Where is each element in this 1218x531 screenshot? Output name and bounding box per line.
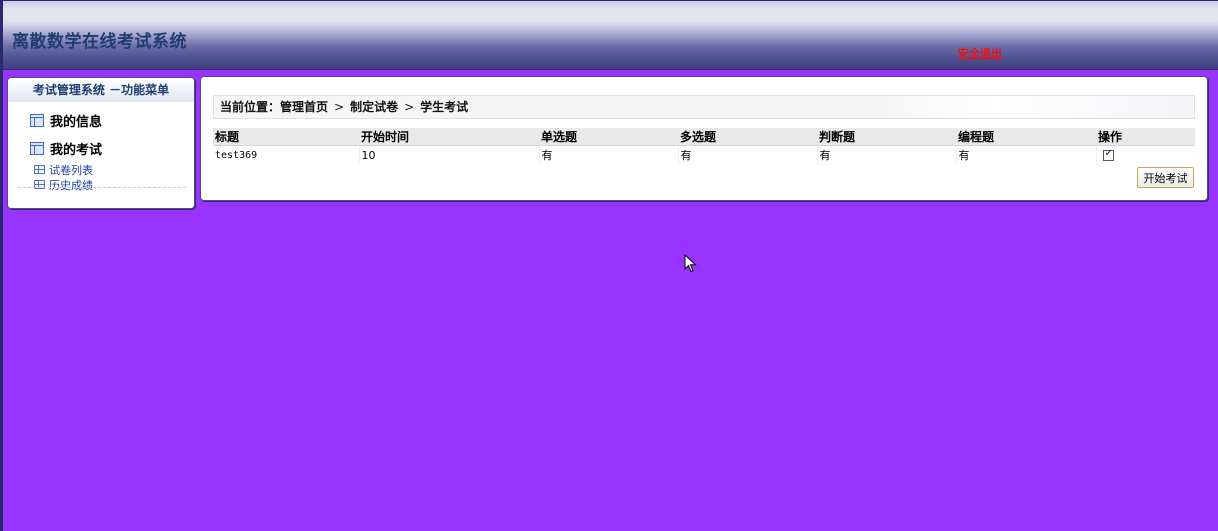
menu-group-label: 我的信息 <box>50 114 103 130</box>
column-header-action: 操作 <box>1096 128 1195 146</box>
cell-start-time: 10 <box>358 145 539 165</box>
sidebar-title: 考试管理系统 －功能菜单 <box>8 78 194 102</box>
column-header-programming: 编程题 <box>956 128 1096 146</box>
breadcrumb-item-home: 管理首页 <box>280 100 329 114</box>
table-icon <box>30 113 44 127</box>
table-row: test369 10 有 有 有 有 <box>213 145 1195 165</box>
sidebar-item-label: 历史成绩 <box>49 178 93 192</box>
mouse-pointer-icon <box>684 254 697 273</box>
cell-title: test369 <box>213 145 359 165</box>
breadcrumb-item-student-exam: 学生考试 <box>420 100 469 114</box>
exam-table: 标题 开始时间 单选题 多选题 判断题 编程题 操作 test369 10 有 … <box>213 128 1195 165</box>
breadcrumb: 当前位置：管理首页 > 制定试卷 > 学生考试 <box>213 95 1195 119</box>
main-panel: 当前位置：管理首页 > 制定试卷 > 学生考试 标题 开始时间 单选题 多选题 判断题 … <box>200 76 1208 201</box>
column-header-multi-choice: 多选题 <box>678 128 817 146</box>
cell-programming: 有 <box>955 145 1096 165</box>
breadcrumb-decoration <box>864 96 1194 118</box>
column-header-true-false: 判断题 <box>817 128 956 146</box>
cell-multi-choice: 有 <box>677 145 817 165</box>
header-banner: 离散数学在线考试系统 安全退出 <box>0 0 1218 70</box>
sidebar-item-history-scores[interactable]: 历史成绩 <box>34 177 194 192</box>
logout-link[interactable]: 安全退出 <box>958 45 1002 61</box>
breadcrumb-separator: > <box>404 100 415 114</box>
menu-group-my-info[interactable]: 我的信息 <box>30 106 194 134</box>
cell-single-choice: 有 <box>538 145 678 165</box>
cell-action <box>1095 145 1195 165</box>
select-checkbox[interactable] <box>1102 148 1114 162</box>
sidebar-item-paper-list[interactable]: 试卷列表 <box>34 162 194 177</box>
menu-group-label: 我的考试 <box>50 142 103 158</box>
grid-icon <box>34 165 45 174</box>
column-header-start-time: 开始时间 <box>359 128 539 146</box>
breadcrumb-item-make-paper: 制定试卷 <box>350 100 399 114</box>
table-header-row: 标题 开始时间 单选题 多选题 判断题 编程题 操作 <box>213 128 1195 146</box>
start-exam-button[interactable]: 开始考试 <box>1137 167 1194 188</box>
divider <box>18 187 186 188</box>
menu-group-my-exam[interactable]: 我的考试 <box>30 134 194 162</box>
sidebar-menu: 考试管理系统 －功能菜单 我的信息 我的考试 试卷列表 历史成绩 <box>7 77 195 209</box>
column-header-title: 标题 <box>213 128 359 146</box>
breadcrumb-prefix: 当前位置： <box>220 100 281 114</box>
table-icon <box>30 141 44 155</box>
column-header-single-choice: 单选题 <box>539 128 678 146</box>
sidebar-item-label: 试卷列表 <box>49 163 93 177</box>
cell-true-false: 有 <box>816 145 956 165</box>
breadcrumb-separator: > <box>334 100 345 114</box>
app-title: 离散数学在线考试系统 <box>12 32 187 52</box>
